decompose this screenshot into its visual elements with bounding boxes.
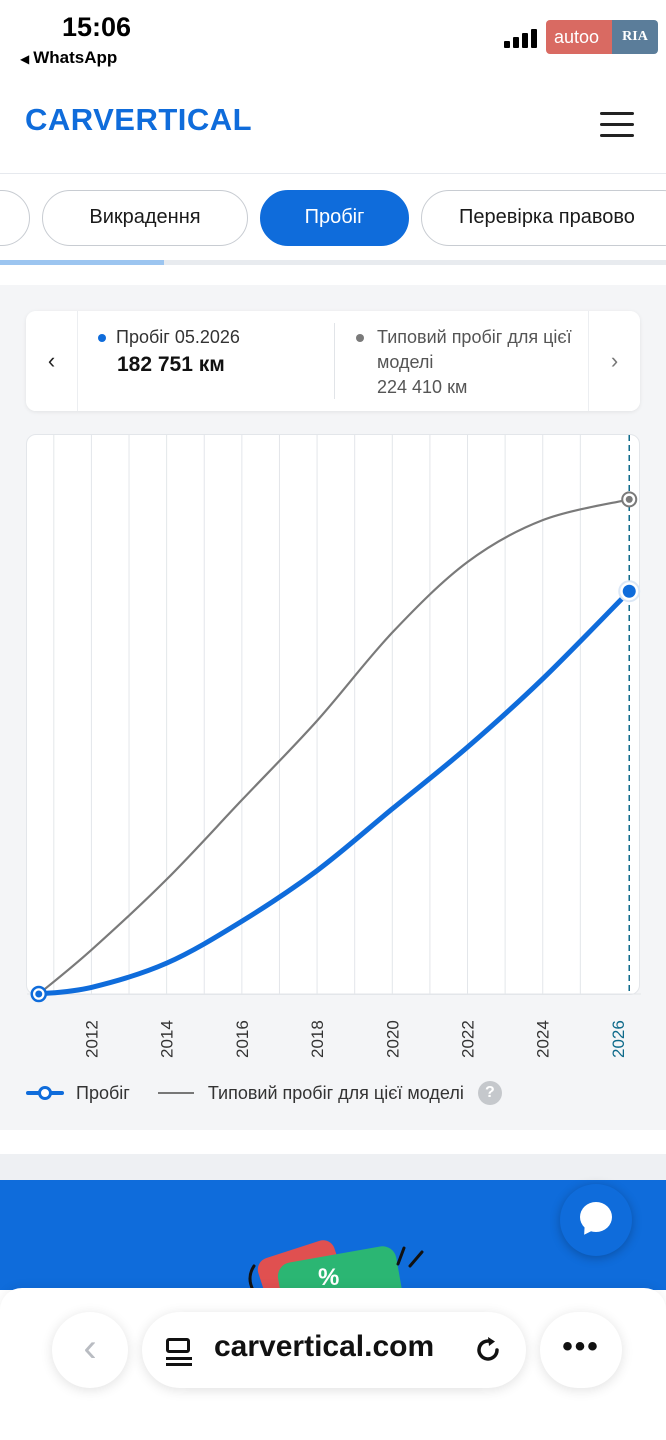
mileage-dot-icon: [98, 334, 106, 343]
typical-legend-symbol: [157, 1092, 194, 1094]
carvertical-logo[interactable]: CARVERTICAL: [25, 102, 252, 138]
typical-label-row: Типовий пробіг для цієї моделі: [356, 325, 576, 375]
legend-mileage-label: Пробіг: [76, 1082, 130, 1103]
tab-overview-icon[interactable]: [166, 1338, 192, 1366]
back-to-app-link[interactable]: ◀ WhatsApp: [20, 48, 117, 68]
chevron-right-icon[interactable]: ›: [588, 311, 640, 411]
mileage-end-point-core: [622, 584, 636, 598]
x-tick-label: 2020: [383, 1020, 402, 1058]
page: 15:06 ◀ WhatsApp autoo RIA CARVERTICAL Ви…: [0, 0, 666, 1440]
report-tabs: Викрадення Пробіг Перевірка правово: [0, 174, 666, 266]
hamburger-icon[interactable]: [600, 110, 634, 138]
browser-back-button[interactable]: ‹: [52, 1312, 128, 1388]
mileage-legend-symbol: [26, 1083, 64, 1103]
typical-value: 224 410 км: [377, 377, 468, 397]
typical-label: Типовий пробіг для цієї моделі: [377, 327, 572, 372]
mileage-summary-card: ‹ Пробіг 05.2026 182 751 км Типовий проб…: [26, 311, 640, 411]
x-tick-label: 2022: [459, 1020, 478, 1058]
url-text[interactable]: carvertical.com: [214, 1330, 434, 1364]
tab-mileage[interactable]: Пробіг: [260, 190, 409, 246]
watermark-left: autoo: [546, 20, 612, 54]
legend-typical-label: Типовий пробіг для цієї моделі: [207, 1082, 464, 1103]
typical-mileage-line: [38, 498, 630, 995]
reload-icon[interactable]: [472, 1334, 504, 1366]
help-icon[interactable]: ?: [477, 1081, 502, 1105]
chevron-left-icon[interactable]: ‹: [26, 311, 78, 411]
sparkle-left-icon: [248, 1264, 256, 1290]
mileage-line: [36, 588, 632, 997]
mileage-start-point-core: [35, 990, 43, 998]
more-button[interactable]: •••: [540, 1312, 622, 1388]
back-triangle-icon: ◀: [20, 52, 30, 66]
tab-previous[interactable]: [0, 190, 30, 246]
typical-dot-icon: [356, 334, 364, 343]
chat-button[interactable]: [560, 1184, 632, 1256]
discount-percent-icon: %: [318, 1264, 340, 1290]
mileage-label: Пробіг 05.2026: [116, 327, 240, 347]
sparkle-icon: [396, 1246, 424, 1268]
tabs-scroll-indicator: [0, 260, 666, 265]
mileage-chart-svg: 2012 2014 2016 2018 2020 2022 2024 2026: [27, 435, 641, 1058]
typical-summary: Типовий пробіг для цієї моделі 224 410 к…: [356, 325, 576, 400]
mileage-label-row: Пробіг 05.2026: [98, 325, 240, 349]
tab-legal-check[interactable]: Перевірка правово: [421, 190, 666, 246]
x-tick-label: 2014: [158, 1020, 177, 1058]
status-bar: 15:06 ◀ WhatsApp autoo RIA: [0, 0, 666, 76]
x-tick-label: 2016: [233, 1020, 252, 1058]
site-header: CARVERTICAL: [0, 76, 666, 174]
address-bar[interactable]: carvertical.com: [142, 1312, 526, 1388]
tabs-scroll-fill: [0, 260, 164, 265]
tab-theft[interactable]: Викрадення: [42, 190, 248, 246]
summary-divider: [334, 323, 335, 399]
x-tick-label: 2018: [308, 1020, 327, 1058]
signal-icon: [504, 28, 538, 48]
mileage-chart: 2012 2014 2016 2018 2020 2022 2024 2026: [26, 434, 641, 1058]
x-tick-label: 2024: [534, 1020, 553, 1058]
x-tick-label: 2026: [609, 1020, 628, 1058]
watermark-logo: autoo RIA: [546, 20, 658, 54]
section-spacer: [0, 1130, 666, 1154]
section-divider: [0, 1154, 666, 1180]
typical-end-point-core: [625, 495, 633, 503]
mileage-summary: Пробіг 05.2026 182 751 км: [98, 325, 240, 377]
x-tick-label: 2012: [82, 1020, 101, 1058]
status-time: 15:06: [62, 12, 132, 42]
chart-legend: Пробіг Типовий пробіг для цієї моделі ?: [26, 1078, 502, 1108]
browser-toolbar: ‹ carvertical.com •••: [0, 1288, 666, 1440]
mileage-section: ‹ Пробіг 05.2026 182 751 км Типовий проб…: [0, 285, 666, 1130]
back-app-label: WhatsApp: [33, 48, 118, 67]
mileage-value: 182 751 км: [117, 353, 225, 376]
watermark-right: RIA: [612, 20, 658, 54]
